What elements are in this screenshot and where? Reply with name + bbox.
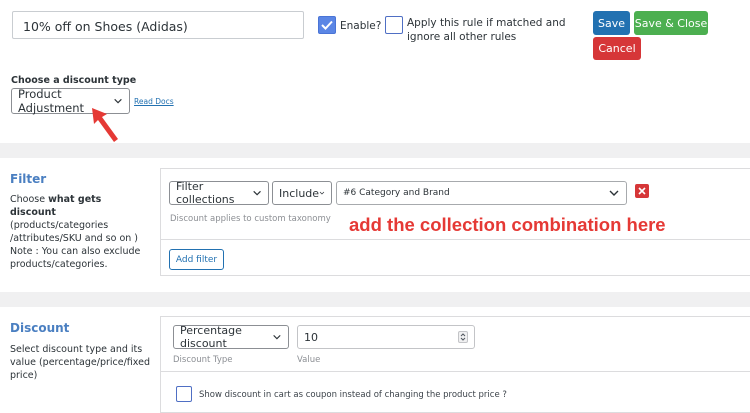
section-divider [0, 143, 750, 158]
discount-type-caption: Discount Type [173, 355, 233, 365]
save-close-button[interactable]: Save & Close [634, 11, 708, 35]
coupon-checkbox[interactable] [176, 386, 192, 402]
discount-type-dropdown-value: Percentage discount [180, 324, 242, 350]
filter-mode-select[interactable]: Include [272, 181, 332, 205]
close-icon [638, 187, 646, 195]
check-icon [321, 20, 333, 30]
discount-title: Discount [10, 321, 70, 335]
discount-value-caption: Value [297, 355, 321, 365]
enable-checkbox[interactable] [318, 16, 336, 34]
red-arrow-icon [92, 108, 118, 142]
chevron-down-icon [609, 190, 619, 196]
coupon-label: Show discount in cart as coupon instead … [199, 390, 507, 400]
discount-value-input[interactable]: 10 [297, 325, 475, 349]
filter-title: Filter [10, 172, 47, 186]
spinner-icon[interactable] [458, 331, 468, 343]
cancel-button[interactable]: Cancel [593, 37, 641, 60]
save-button[interactable]: Save [593, 11, 630, 35]
discount-value-text: 10 [304, 330, 318, 344]
filter-type-value: Filter collections [176, 180, 235, 206]
discount-type-dropdown[interactable]: Percentage discount [173, 324, 289, 350]
annotation-text: add the collection combination here [349, 214, 666, 235]
exclusive-rule-checkbox[interactable] [385, 16, 403, 34]
filter-description: Choose what gets discount (products/categ… [10, 194, 138, 244]
filter-value-select[interactable]: #6 Category and Brand [336, 181, 627, 205]
enable-label: Enable? [340, 20, 382, 32]
discount-description: Select discount type and its value (perc… [10, 344, 150, 381]
chevron-down-icon [319, 191, 325, 195]
filter-mode-value: Include [279, 186, 320, 200]
filter-note: Note : You can also exclude products/cat… [10, 246, 141, 270]
rule-name-input[interactable]: 10% off on Shoes (Adidas) [12, 11, 304, 39]
add-filter-button[interactable]: Add filter [169, 249, 224, 270]
filter-type-select[interactable]: Filter collections [169, 180, 269, 206]
chevron-down-icon [273, 334, 281, 340]
chevron-down-icon [253, 190, 261, 196]
discount-type-label: Choose a discount type [11, 75, 137, 86]
remove-filter-button[interactable] [635, 184, 649, 198]
filter-help-text: Discount applies to custom taxonomy [170, 214, 331, 224]
exclusive-rule-label: Apply this rule if matched and ignore al… [407, 17, 566, 43]
filter-value-text: #6 Category and Brand [343, 188, 450, 198]
section-divider [0, 292, 750, 307]
read-docs-link[interactable]: Read Docs [134, 97, 174, 106]
